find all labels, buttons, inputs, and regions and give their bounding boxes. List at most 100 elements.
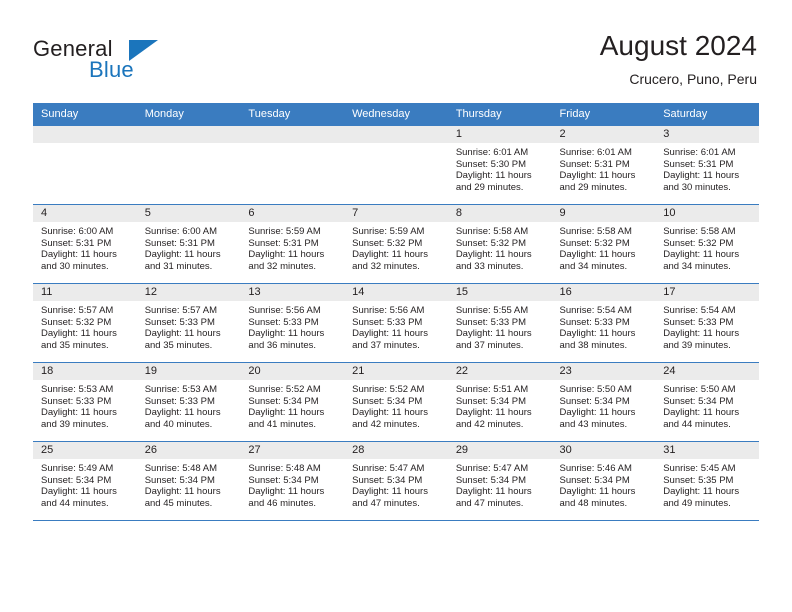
calendar-day-cell[interactable]: 20 Sunrise: 5:52 AM Sunset: 5:34 PM Dayligh… [240, 362, 345, 442]
day-cell-inner: 4 Sunrise: 6:00 AM Sunset: 5:31 PM Daylight… [33, 205, 137, 283]
day-sun-info-line: Sunset: 5:34 PM [559, 474, 630, 486]
day-sun-info-line: Sunset: 5:34 PM [352, 474, 423, 486]
day-sun-info: Sunrise: 5:52 AM Sunset: 5:34 PM Daylight:… [344, 380, 448, 430]
day-cell-inner: 17 Sunrise: 5:54 AM Sunset: 5:33 PM Dayligh… [655, 284, 759, 362]
day-sun-info-line: Daylight: 11 hours [663, 170, 740, 182]
calendar-day-cell[interactable]: 10 Sunrise: 5:58 AM Sunset: 5:32 PM Dayligh… [655, 204, 759, 284]
calendar-day-cell[interactable]: 21 Sunrise: 5:52 AM Sunset: 5:34 PM Dayligh… [344, 362, 448, 442]
day-sun-info-line: Daylight: 11 hours [144, 407, 221, 419]
day-number: 7 [344, 205, 448, 222]
day-sun-info-line: Daylight: 11 hours [248, 486, 325, 498]
calendar-day-cell[interactable]: 18 Sunrise: 5:53 AM Sunset: 5:33 PM Dayligh… [33, 362, 137, 442]
calendar-day-cell[interactable]: 9 Sunrise: 5:58 AM Sunset: 5:32 PM Daylight… [551, 204, 656, 284]
day-sun-info: Sunrise: 5:51 AM Sunset: 5:34 PM Daylight:… [448, 380, 552, 430]
day-sun-info-line: Sunrise: 5:56 AM [248, 305, 321, 316]
calendar-day-cell[interactable]: 7 Sunrise: 5:59 AM Sunset: 5:32 PM Daylight… [344, 204, 448, 284]
day-cell-inner [240, 126, 345, 204]
day-cell-inner: 24 Sunrise: 5:50 AM Sunset: 5:34 PM Dayligh… [655, 363, 759, 441]
calendar-day-cell[interactable]: 13 Sunrise: 5:56 AM Sunset: 5:33 PM Dayligh… [240, 283, 345, 363]
day-cell-inner: 27 Sunrise: 5:48 AM Sunset: 5:34 PM Dayligh… [240, 442, 345, 520]
day-sun-info: Sunrise: 5:45 AM Sunset: 5:35 PM Daylight:… [655, 459, 759, 509]
calendar-day-cell[interactable]: 19 Sunrise: 5:53 AM Sunset: 5:33 PM Dayligh… [136, 362, 241, 442]
day-sun-info-line: Sunrise: 5:53 AM [41, 384, 114, 395]
day-number: 29 [447, 442, 552, 459]
weekday-header-saturday: Saturday [655, 103, 759, 126]
day-sun-info-line: Sunrise: 5:46 AM [559, 463, 632, 474]
calendar-day-cell[interactable]: 27 Sunrise: 5:48 AM Sunset: 5:34 PM Dayligh… [240, 441, 345, 521]
day-sun-info-line: and 30 minutes. [41, 260, 109, 272]
day-sun-info: Sunrise: 5:53 AM Sunset: 5:33 PM Daylight:… [33, 380, 137, 430]
day-cell-inner: 22 Sunrise: 5:51 AM Sunset: 5:34 PM Dayligh… [447, 363, 552, 441]
day-sun-info-line: Sunrise: 5:52 AM [352, 384, 425, 395]
day-cell-inner: 7 Sunrise: 5:59 AM Sunset: 5:32 PM Daylight… [344, 205, 448, 283]
calendar-day-cell[interactable]: 23 Sunrise: 5:50 AM Sunset: 5:34 PM Dayligh… [551, 362, 656, 442]
day-number: 19 [136, 363, 241, 380]
general-blue-logo[interactable]: General Blue [33, 36, 213, 88]
calendar-day-cell[interactable]: 1 Sunrise: 6:01 AM Sunset: 5:30 PM Daylight… [447, 126, 552, 205]
day-number: 23 [551, 363, 656, 380]
calendar-day-cell[interactable]: 22 Sunrise: 5:51 AM Sunset: 5:34 PM Dayligh… [447, 362, 552, 442]
day-sun-info-line: Sunrise: 5:49 AM [41, 463, 114, 474]
day-number [136, 126, 241, 143]
calendar-day-cell[interactable]: 24 Sunrise: 5:50 AM Sunset: 5:34 PM Dayligh… [655, 362, 759, 442]
calendar-day-cell[interactable]: 6 Sunrise: 5:59 AM Sunset: 5:31 PM Daylight… [240, 204, 345, 284]
day-sun-info-line: and 29 minutes. [455, 181, 524, 193]
day-sun-info: Sunrise: 5:52 AM Sunset: 5:34 PM Daylight:… [240, 380, 344, 430]
calendar-day-cell[interactable]: 2 Sunrise: 6:01 AM Sunset: 5:31 PM Daylight… [551, 126, 656, 205]
calendar-day-cell[interactable]: 15 Sunrise: 5:55 AM Sunset: 5:33 PM Dayligh… [447, 283, 552, 363]
calendar-day-cell[interactable]: 25 Sunrise: 5:49 AM Sunset: 5:34 PM Dayligh… [33, 441, 137, 521]
day-sun-info: Sunrise: 5:48 AM Sunset: 5:34 PM Daylight:… [137, 459, 241, 509]
day-sun-info-line: Daylight: 11 hours [352, 328, 428, 340]
day-cell-inner: 29 Sunrise: 5:47 AM Sunset: 5:34 PM Dayligh… [447, 442, 552, 520]
day-cell-inner: 2 Sunrise: 6:01 AM Sunset: 5:31 PM Daylight… [551, 126, 656, 204]
day-number: 26 [136, 442, 241, 459]
day-number: 21 [344, 363, 448, 380]
day-sun-info-line: and 29 minutes. [559, 181, 628, 193]
day-number: 10 [655, 205, 759, 222]
day-sun-info-line: and 34 minutes. [663, 260, 731, 272]
calendar-day-cell[interactable]: 17 Sunrise: 5:54 AM Sunset: 5:33 PM Dayligh… [655, 283, 759, 363]
calendar-day-cell[interactable]: 26 Sunrise: 5:48 AM Sunset: 5:34 PM Dayligh… [136, 441, 241, 521]
day-sun-info-line: Sunset: 5:34 PM [248, 395, 319, 407]
day-sun-info-line: and 48 minutes. [559, 497, 628, 509]
day-number: 28 [344, 442, 448, 459]
day-number: 27 [240, 442, 345, 459]
calendar-day-cell[interactable]: 11 Sunrise: 5:57 AM Sunset: 5:32 PM Dayligh… [33, 283, 137, 363]
day-sun-info-line: and 44 minutes. [41, 497, 109, 509]
day-cell-inner: 18 Sunrise: 5:53 AM Sunset: 5:33 PM Dayligh… [33, 363, 137, 441]
calendar-day-cell[interactable]: 29 Sunrise: 5:47 AM Sunset: 5:34 PM Dayligh… [447, 441, 552, 521]
calendar-day-cell[interactable]: 30 Sunrise: 5:46 AM Sunset: 5:34 PM Dayligh… [551, 441, 656, 521]
day-sun-info: Sunrise: 5:48 AM Sunset: 5:34 PM Daylight:… [240, 459, 344, 509]
day-cell-inner: 25 Sunrise: 5:49 AM Sunset: 5:34 PM Dayligh… [33, 442, 137, 520]
day-sun-info-line: Sunrise: 5:47 AM [455, 463, 529, 474]
calendar-day-cell[interactable]: 12 Sunrise: 5:57 AM Sunset: 5:33 PM Dayligh… [136, 283, 241, 363]
day-sun-info-line: and 43 minutes. [559, 418, 628, 430]
day-sun-info: Sunrise: 5:57 AM Sunset: 5:32 PM Daylight:… [33, 301, 137, 351]
day-sun-info-line: Sunset: 5:31 PM [248, 237, 319, 249]
day-cell-inner: 12 Sunrise: 5:57 AM Sunset: 5:33 PM Dayligh… [136, 284, 241, 362]
calendar-day-cell[interactable]: 16 Sunrise: 5:54 AM Sunset: 5:33 PM Dayligh… [551, 283, 656, 363]
calendar-day-cell[interactable]: 28 Sunrise: 5:47 AM Sunset: 5:34 PM Dayligh… [344, 441, 448, 521]
day-sun-info-line: and 42 minutes. [455, 418, 524, 430]
day-number: 30 [551, 442, 656, 459]
calendar-day-cell[interactable]: 4 Sunrise: 6:00 AM Sunset: 5:31 PM Daylight… [33, 204, 137, 284]
calendar-day-cell[interactable]: 5 Sunrise: 6:00 AM Sunset: 5:31 PM Daylight… [136, 204, 241, 284]
day-sun-info-line: Daylight: 11 hours [144, 486, 221, 498]
day-sun-info-line: Sunset: 5:33 PM [144, 316, 215, 328]
title-block: August 2024 Crucero, Puno, Peru [600, 29, 757, 89]
day-sun-info-line: Daylight: 11 hours [248, 249, 325, 261]
day-number [344, 126, 448, 143]
calendar-day-cell[interactable]: 8 Sunrise: 5:58 AM Sunset: 5:32 PM Daylight… [447, 204, 552, 284]
day-cell-inner: 6 Sunrise: 5:59 AM Sunset: 5:31 PM Daylight… [240, 205, 345, 283]
day-sun-info-line: Daylight: 11 hours [455, 407, 532, 419]
day-sun-info-line: Sunrise: 5:48 AM [248, 463, 321, 474]
day-sun-info-line: Daylight: 11 hours [41, 249, 117, 261]
calendar-day-cell[interactable]: 3 Sunrise: 6:01 AM Sunset: 5:31 PM Daylight… [655, 126, 759, 205]
day-sun-info-line: Sunset: 5:33 PM [352, 316, 423, 328]
calendar-day-cell[interactable]: 14 Sunrise: 5:56 AM Sunset: 5:33 PM Dayligh… [344, 283, 448, 363]
day-sun-info-line: Sunset: 5:33 PM [41, 395, 112, 407]
day-sun-info-line: Daylight: 11 hours [663, 328, 740, 340]
day-sun-info-line: Sunset: 5:33 PM [144, 395, 215, 407]
calendar-day-cell[interactable]: 31 Sunrise: 5:45 AM Sunset: 5:35 PM Dayligh… [655, 441, 759, 521]
day-number: 16 [551, 284, 656, 301]
